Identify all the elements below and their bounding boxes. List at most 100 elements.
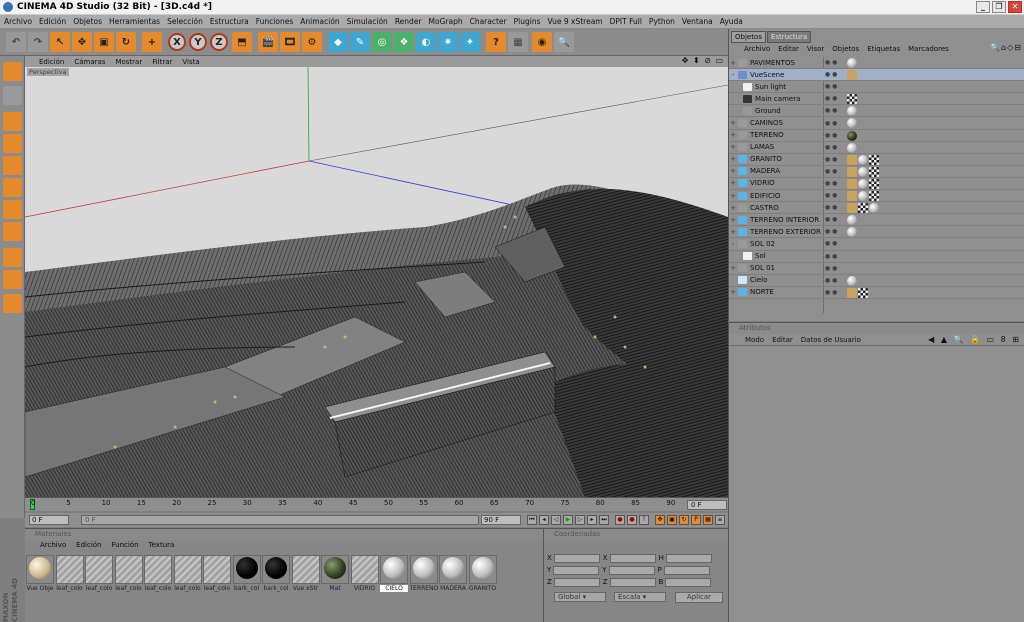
recent-tool-icon[interactable]: + (142, 32, 162, 52)
coordinate-value-field[interactable] (665, 577, 712, 587)
minimize-button[interactable]: _ (976, 1, 990, 13)
material-swatch[interactable]: CIELO (380, 555, 408, 593)
viewport-menu-item[interactable]: Edición (39, 58, 64, 66)
material-thumbnail[interactable] (350, 555, 379, 584)
object-row[interactable]: + TERRENO ● ● (729, 130, 1024, 142)
object-row[interactable]: + CASTRO ● ● (729, 202, 1024, 215)
object-row[interactable]: + GRANITO ● ● (729, 154, 1024, 166)
material-swatch[interactable]: Vue Obje (26, 555, 54, 593)
coordinate-value-field[interactable] (665, 553, 712, 563)
object-row[interactable]: Cielo ● ● (729, 275, 1024, 287)
material-thumbnail[interactable] (380, 555, 408, 584)
object-name[interactable]: TERRENO INTERIOR (750, 216, 832, 224)
tag-tex-icon[interactable] (858, 203, 868, 214)
coordinate-value-field[interactable] (553, 553, 600, 563)
object-row[interactable]: + MADERA ● ● (729, 166, 1024, 178)
tag-tex-icon[interactable] (869, 154, 879, 165)
object-name[interactable]: VIDRIO (750, 179, 832, 187)
use-object-mode-icon[interactable] (3, 86, 22, 105)
material-swatch[interactable]: bark_col (232, 555, 261, 593)
tree-toggle-icon[interactable]: + (729, 216, 737, 224)
object-row[interactable]: + EDIFICIO ● ● (729, 190, 1024, 203)
visibility-dots-icon[interactable]: ● ● (825, 144, 837, 151)
preview-range-slider[interactable]: 0 F (81, 515, 479, 525)
coordinate-space-dropdown[interactable]: Global ▾ (554, 592, 606, 602)
tag-ball-icon[interactable] (858, 154, 868, 165)
live-selection-icon[interactable]: ↖ (50, 32, 70, 52)
apply-button[interactable]: Aplicar (675, 592, 723, 603)
menu-item[interactable]: Vue 9 xStream (548, 17, 603, 26)
coordinate-value-field[interactable] (609, 577, 656, 587)
tree-toggle-icon[interactable]: + (729, 179, 737, 187)
texture-mode-icon[interactable] (3, 178, 22, 197)
attributes-menu-item[interactable]: Modo (745, 336, 764, 344)
material-thumbnail[interactable] (173, 555, 202, 584)
material-thumbnail[interactable] (144, 555, 172, 584)
tag-tex-icon[interactable] (858, 287, 868, 298)
object-manager-menu-item[interactable]: Etiquetas (867, 45, 900, 53)
current-frame-field[interactable]: 0 F (687, 500, 727, 510)
object-manager-menu-item[interactable]: Archivo (744, 45, 770, 53)
menu-item[interactable]: Archivo (4, 17, 32, 26)
material-swatch[interactable]: GRANITO (468, 555, 497, 593)
use-model-mode-icon[interactable] (3, 62, 22, 81)
tag-dark-icon[interactable] (847, 130, 857, 141)
deformer-icon[interactable]: ◐ (416, 32, 436, 52)
object-manager-menu-item[interactable]: Marcadores (908, 45, 949, 53)
material-swatch[interactable]: bark_col (262, 555, 290, 593)
tag-ball-icon[interactable] (858, 191, 868, 202)
materials-menu-item[interactable]: Textura (149, 541, 175, 551)
tag-lamp-icon[interactable] (847, 191, 857, 202)
object-manager-tool-icons[interactable]: 🔍⌂◇⊟ (990, 43, 1022, 52)
object-row[interactable]: - SOL 02 ● ● (729, 238, 1024, 251)
spline-pen-icon[interactable]: ✎ (350, 32, 370, 52)
visibility-dots-icon[interactable]: ● ● (825, 156, 837, 163)
script-manager-icon[interactable]: ▦ (508, 32, 528, 52)
menu-item[interactable]: Selección (167, 17, 203, 26)
record-keys-icon[interactable]: ● (615, 515, 625, 525)
material-thumbnail[interactable] (114, 555, 143, 584)
materials-menu-item[interactable]: Edición (76, 541, 101, 551)
tree-toggle-icon[interactable]: + (729, 59, 737, 67)
tree-toggle-icon[interactable]: - (729, 240, 737, 248)
menu-item[interactable]: Funciones (256, 17, 293, 26)
undo-icon[interactable]: ↶ (6, 32, 26, 52)
axis-mode-icon[interactable] (3, 222, 22, 241)
tree-toggle-icon[interactable]: + (729, 167, 737, 175)
material-thumbnail[interactable] (232, 555, 261, 584)
visibility-dots-icon[interactable]: ● ● (825, 240, 837, 247)
restore-button[interactable]: ❐ (992, 1, 1006, 13)
material-thumbnail[interactable] (321, 555, 349, 584)
visibility-dots-icon[interactable]: ● ● (825, 59, 837, 66)
visibility-dots-icon[interactable]: ● ● (825, 216, 837, 223)
viewport-navigation-icons[interactable]: ✥ ⬍ ⊘ ▭ (682, 56, 724, 65)
object-row[interactable]: Ground ● ● (729, 105, 1024, 118)
timeline-ruler[interactable]: 0 F 0 5 10 15 20 25 30 35 40 45 50 55 60 65 70 75 80 85 90 (25, 497, 728, 511)
prev-key-icon[interactable]: ◂ (539, 515, 549, 525)
object-manager-menu-item[interactable]: Editar (778, 45, 799, 53)
object-row[interactable]: + TERRENO EXTERIOR ● ● (729, 226, 1024, 239)
tag-tex-icon[interactable] (869, 178, 879, 189)
visibility-dots-icon[interactable]: ● ● (825, 265, 837, 272)
tag-ball-icon[interactable] (847, 227, 857, 238)
autokey-icon[interactable]: ● (627, 515, 637, 525)
camera-light-icon[interactable]: ✦ (460, 32, 480, 52)
tree-toggle-icon[interactable]: + (729, 192, 737, 200)
material-thumbnail[interactable] (55, 555, 84, 584)
nurbs-icon[interactable]: ◎ (372, 32, 392, 52)
menu-item[interactable]: Simulación (347, 17, 388, 26)
redo-icon[interactable]: ↷ (28, 32, 48, 52)
help-icon[interactable]: ? (486, 32, 506, 52)
end-frame-field[interactable]: 90 F (481, 515, 521, 525)
visibility-dots-icon[interactable]: ● ● (825, 204, 837, 211)
menu-item[interactable]: Ayuda (720, 17, 743, 26)
x-axis-lock-button[interactable]: X (168, 33, 186, 51)
material-thumbnail[interactable] (439, 555, 467, 584)
visibility-dots-icon[interactable]: ● ● (825, 228, 837, 235)
material-swatch[interactable]: Vue xStr (291, 555, 320, 593)
object-name[interactable]: Cielo (750, 276, 832, 284)
attributes-menu-item[interactable]: Editar (772, 336, 793, 344)
viewport-menu-item[interactable]: Mostrar (115, 58, 142, 66)
object-row[interactable]: Sun light ● ● (729, 81, 1024, 94)
tag-lamp-icon[interactable] (847, 287, 857, 298)
